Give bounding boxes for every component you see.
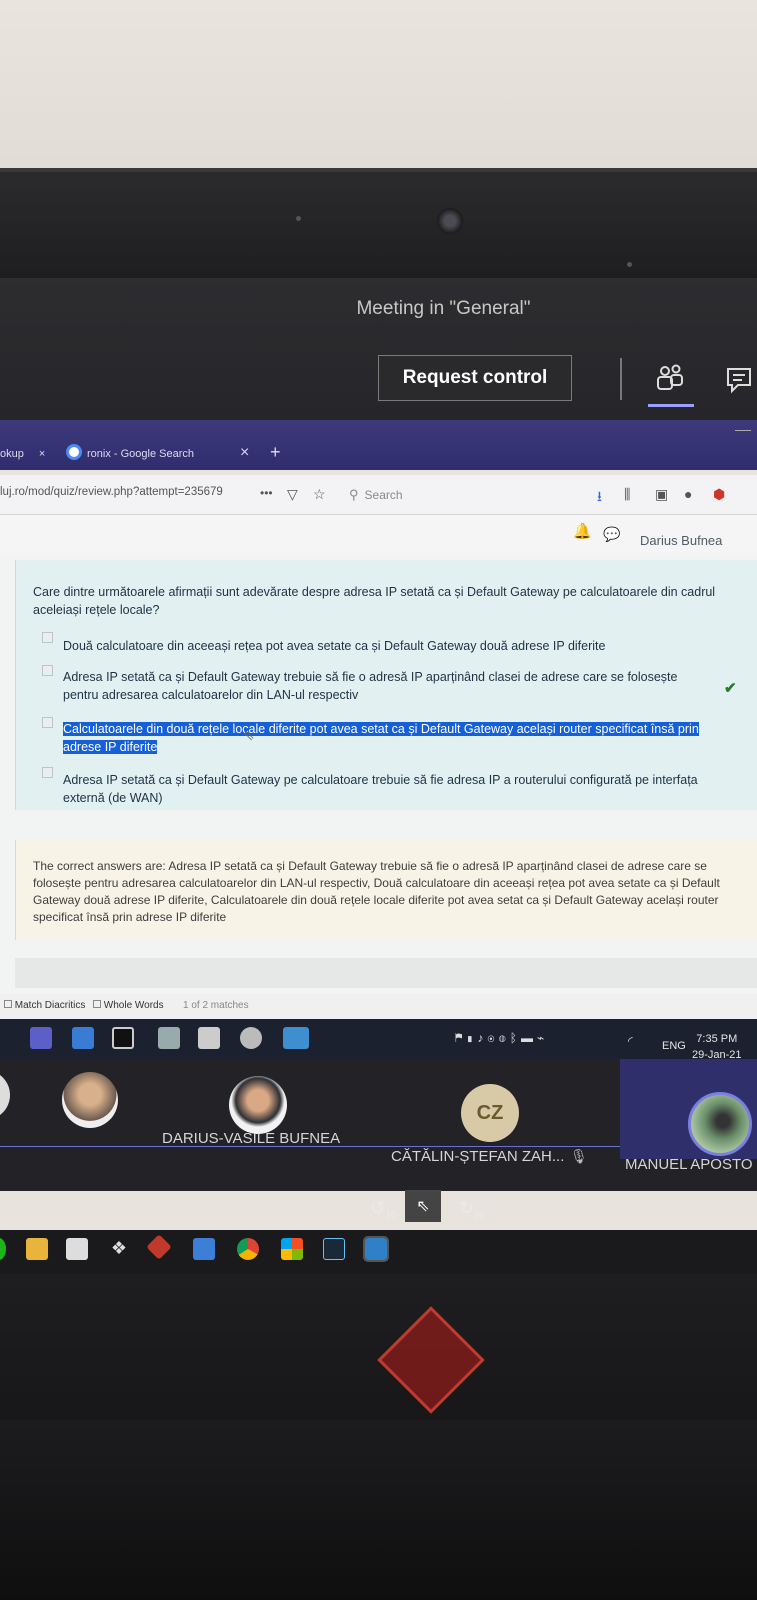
tab-close-icon[interactable]: × xyxy=(240,444,249,462)
dropbox-icon[interactable]: ❖ xyxy=(108,1238,130,1260)
terminal-app-icon[interactable] xyxy=(112,1027,134,1049)
meeting-title: Meeting in "General" xyxy=(356,298,531,319)
search-icon: ⚲ xyxy=(349,487,359,502)
rewind-label: 10 xyxy=(385,1210,397,1222)
option-checkbox[interactable] xyxy=(42,717,53,728)
tab-label: ronix - Google Search xyxy=(87,448,194,460)
feedback-strip xyxy=(15,958,757,988)
url-field[interactable]: luj.ro/mod/quiz/review.php?attempt=23567… xyxy=(0,486,223,498)
search-placeholder: Search xyxy=(364,488,403,502)
library-icon[interactable]: ⫼ xyxy=(624,486,630,503)
participant-avatar-manuel[interactable] xyxy=(688,1092,752,1156)
answer-option-2: Adresa IP setată ca și Default Gateway t… xyxy=(63,670,678,702)
match-diacritics-option[interactable]: Match Diacritics xyxy=(4,1000,85,1011)
tab-close-icon[interactable]: × xyxy=(39,448,45,460)
notification-bell-icon[interactable]: 🔔 xyxy=(573,522,592,540)
toolbar-divider xyxy=(620,358,622,400)
participant-avatar-darius[interactable] xyxy=(229,1076,287,1134)
tab-okup[interactable]: okup × xyxy=(0,448,45,460)
strip-divider xyxy=(0,1146,620,1147)
steam-icon[interactable] xyxy=(323,1238,345,1260)
page-actions-icon[interactable]: ••• xyxy=(260,486,273,500)
participant-avatar[interactable] xyxy=(62,1072,118,1128)
media-app-icon[interactable] xyxy=(363,1236,389,1262)
mouse-cursor-icon: ⇖ xyxy=(243,727,255,743)
answer-option-4: Adresa IP setată ca și Default Gateway p… xyxy=(63,773,698,805)
forward-30-button[interactable]: ↻30 xyxy=(459,1198,485,1222)
participant-name: CĂTĂLIN-ȘTEFAN ZAH... xyxy=(391,1148,565,1165)
monitor-app-icon[interactable] xyxy=(283,1027,309,1049)
forward-label: 30 xyxy=(474,1210,486,1222)
wall-background xyxy=(0,0,757,170)
google-favicon-icon xyxy=(66,444,82,460)
participants-icon[interactable] xyxy=(655,362,685,392)
correct-check-icon: ✔ xyxy=(724,680,737,697)
option-checkbox[interactable] xyxy=(42,632,53,643)
bezel-sensor xyxy=(627,262,632,267)
answer-option-1: Două calculatoare din aceeași rețea pot … xyxy=(63,639,606,653)
sidebar-icon[interactable]: ▣ xyxy=(655,486,668,503)
office-icon[interactable] xyxy=(281,1238,303,1260)
question-text: Care dintre următoarele afirmații sunt a… xyxy=(33,585,716,617)
system-tray-icons[interactable]: ⚑▮♪◉◍ᛒ▬⌁ xyxy=(455,1031,548,1045)
file-explorer-icon[interactable] xyxy=(26,1238,48,1260)
participants-active-indicator xyxy=(648,404,694,407)
account-icon[interactable]: ● xyxy=(684,486,692,502)
ublock-icon[interactable]: ⬢ xyxy=(713,486,725,503)
participant-name: MANUEL APOSTO xyxy=(625,1156,753,1173)
option-checkbox[interactable] xyxy=(42,767,53,778)
window-minimize-icon[interactable] xyxy=(735,430,751,431)
bezel-sensor xyxy=(296,216,301,221)
answer-option-3: Calculatoarele din două rețele locale di… xyxy=(63,720,723,756)
store-icon[interactable] xyxy=(66,1238,88,1260)
teams-app-icon[interactable] xyxy=(30,1027,52,1049)
participant-initials-avatar[interactable]: CZ xyxy=(461,1084,519,1142)
browser-tabstrip xyxy=(0,420,757,470)
find-match-count: 1 of 2 matches xyxy=(183,1000,249,1011)
tab-google-search[interactable]: ronix - Google Search xyxy=(87,448,194,460)
user-name[interactable]: Darius Bufnea xyxy=(640,533,722,548)
mail-icon[interactable] xyxy=(193,1238,215,1260)
find-bar: Match Diacritics Whole Words 1 of 2 matc… xyxy=(0,995,757,1019)
selected-text: Calculatoarele din două rețele locale di… xyxy=(63,722,699,754)
pointer-icon[interactable]: ⇖ xyxy=(405,1190,441,1222)
package-app-icon[interactable] xyxy=(198,1027,220,1049)
pocket-icon[interactable]: ▽ xyxy=(287,486,298,503)
network-app-icon[interactable] xyxy=(72,1027,94,1049)
chat-icon[interactable] xyxy=(724,364,754,394)
correct-answer-text: The correct answers are: Adresa IP setat… xyxy=(33,859,720,924)
muted-mic-icon: 🎙 xyxy=(570,1148,588,1164)
files-app-icon[interactable] xyxy=(158,1027,180,1049)
laptop-keyboard-deck xyxy=(0,1420,757,1600)
messages-icon[interactable]: 💬 xyxy=(603,526,620,543)
request-control-button[interactable]: Request control xyxy=(378,355,572,401)
chrome-icon[interactable] xyxy=(237,1238,259,1260)
settings-gear-icon[interactable] xyxy=(240,1027,262,1049)
language-indicator[interactable]: ENG xyxy=(662,1040,686,1052)
rewind-10-button[interactable]: ↺10 xyxy=(370,1198,396,1222)
new-tab-button[interactable]: + xyxy=(270,442,281,463)
option-checkbox[interactable] xyxy=(42,665,53,676)
participant-name: DARIUS-VASILE BUFNEA xyxy=(162,1130,341,1147)
webcam xyxy=(437,208,463,234)
laptop-top-bezel xyxy=(0,168,757,278)
downloads-icon[interactable]: ⭳ xyxy=(597,486,602,510)
bookmark-star-icon[interactable]: ☆ xyxy=(313,486,326,503)
wifi-icon[interactable]: ◜ xyxy=(628,1034,633,1048)
whole-words-option[interactable]: Whole Words xyxy=(93,1000,164,1011)
search-input[interactable]: ⚲ Search xyxy=(345,480,590,510)
whole-words-label: Whole Words xyxy=(103,1000,164,1011)
clock-time: 7:35 PM xyxy=(696,1033,738,1045)
match-diacritics-label: Match Diacritics xyxy=(14,1000,86,1011)
tab-label: okup xyxy=(0,448,24,460)
